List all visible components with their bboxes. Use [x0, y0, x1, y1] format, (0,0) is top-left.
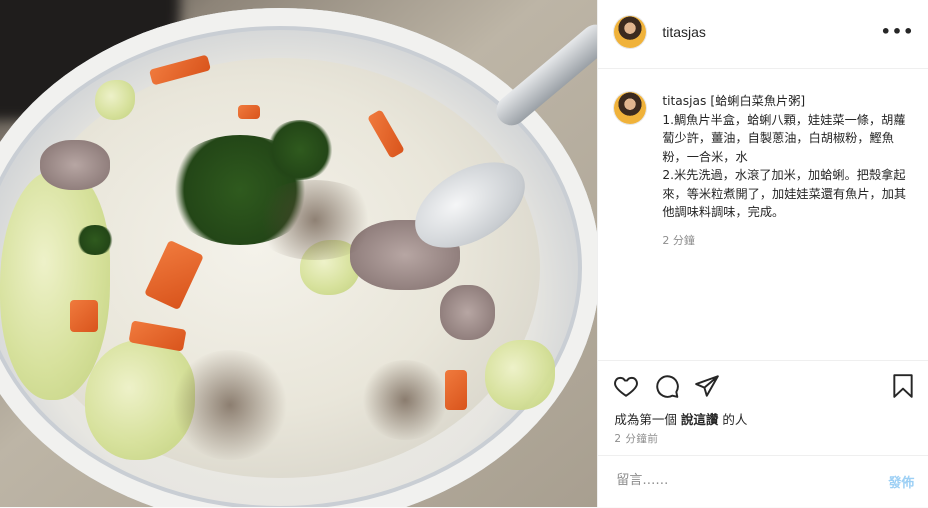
caption-line: 1.鯛魚片半盒，蛤蜊八顆，娃娃菜一條，胡蘿蔔少許，薑油，自製蔥油，白胡椒粉，鰹魚… [662, 112, 906, 164]
fish-slice [440, 285, 495, 340]
instagram-post: titasjas ••• titasjas [蛤蜊白菜魚片粥] 1.鯛魚片半盒，蛤… [0, 0, 928, 507]
like-link[interactable]: 說這讚 [681, 412, 719, 427]
likes-line: 成為第一個 說這讚 的人 [614, 409, 747, 428]
post-photo[interactable] [0, 0, 598, 507]
fish-slice [40, 140, 110, 190]
caption-line: 2.米先洗過，水滾了加米，加蛤蜊。把殼拿起來，等米粒煮開了，加娃娃菜還有魚片，加… [662, 168, 907, 219]
carrot-piece [238, 105, 260, 119]
more-options-icon[interactable]: ••• [881, 22, 915, 41]
herb-garnish [265, 120, 335, 180]
pepper-dust [250, 180, 380, 260]
avatar[interactable] [614, 16, 647, 48]
header-username[interactable]: titasjas [662, 24, 706, 40]
herb-garnish [75, 225, 115, 255]
post-timestamp[interactable]: 2 分鐘前 [614, 431, 658, 446]
share-icon[interactable] [694, 373, 720, 399]
pepper-dust [360, 360, 450, 440]
carrot-piece [70, 300, 98, 332]
post-comment-button[interactable]: 發佈 [888, 472, 914, 491]
post-sidebar: titasjas ••• titasjas [蛤蜊白菜魚片粥] 1.鯛魚片半盒，蛤… [597, 0, 928, 507]
comment-box: 發佈 [598, 455, 928, 508]
comment-icon[interactable] [654, 373, 680, 399]
caption-timestamp[interactable]: 2 分鐘 [662, 232, 695, 248]
bookmark-icon[interactable] [890, 373, 916, 399]
cabbage-leaf [95, 80, 135, 120]
caption-avatar[interactable] [614, 92, 647, 124]
spoon-handle [490, 18, 598, 132]
comment-input[interactable] [614, 472, 859, 489]
heart-icon[interactable] [613, 373, 639, 399]
caption-title: [蛤蜊白菜魚片粥] [710, 94, 806, 108]
pepper-dust [170, 350, 290, 460]
post-header: titasjas ••• [598, 0, 928, 69]
cabbage-leaf [485, 340, 555, 410]
likes-suffix: 的人 [722, 412, 748, 427]
caption-text: titasjas [蛤蜊白菜魚片粥] 1.鯛魚片半盒，蛤蜊八顆，娃娃菜一條，胡蘿蔔… [662, 92, 908, 222]
action-section: 成為第一個 說這讚 的人 2 分鐘前 發佈 [598, 360, 928, 507]
likes-prefix: 成為第一個 [614, 412, 677, 427]
caption-username[interactable]: titasjas [662, 94, 706, 108]
